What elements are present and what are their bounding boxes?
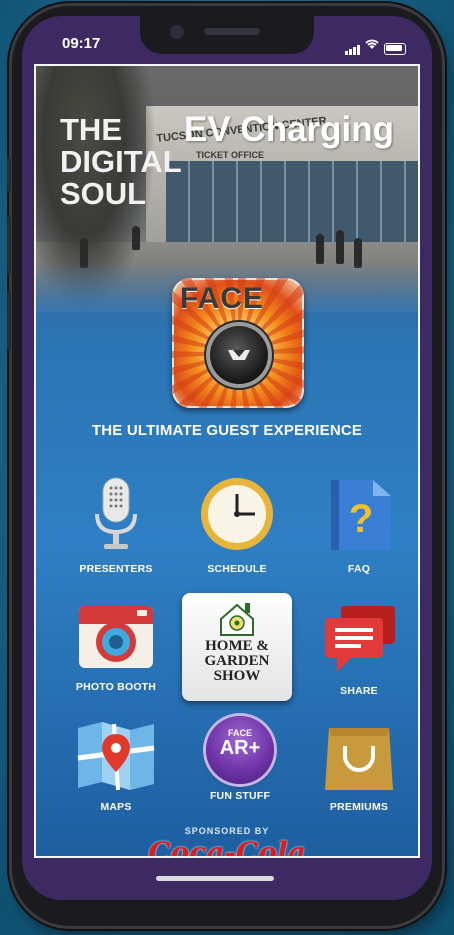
ar-badge-big-text: AR+	[219, 737, 261, 759]
pedestrian	[336, 230, 344, 264]
home-garden-show-card[interactable]: HOME & GARDEN SHOW	[182, 593, 292, 701]
schedule-label: SCHEDULE	[207, 563, 267, 575]
map-pin-icon	[77, 722, 155, 791]
faq-tile[interactable]: ? FAQ	[309, 474, 409, 575]
premiums-label: PREMIUMS	[329, 801, 389, 813]
question-book-icon: ?	[331, 480, 391, 550]
tagline: THE ULTIMATE GUEST EXPERIENCE	[91, 422, 363, 439]
signal-icon	[345, 45, 360, 55]
fun-stuff-tile[interactable]: FUN STUFF	[190, 786, 290, 802]
presenters-label: PRESENTERS	[79, 563, 153, 575]
photo-booth-label: PHOTO BOOTH	[75, 681, 157, 693]
phone-frame: 09:17 TUCSON CONVENTION CENTER TICKET OF…	[7, 6, 442, 926]
pedestrian	[132, 226, 140, 250]
share-tile[interactable]: SHARE	[309, 602, 409, 697]
front-camera	[170, 25, 184, 39]
clock-icon	[201, 478, 273, 550]
maps-label: MAPS	[100, 801, 132, 813]
home-garden-line: GARDEN	[204, 653, 270, 669]
sponsored-by-label: SPONSORED BY	[184, 826, 270, 836]
face-logo-text: FACE	[180, 282, 265, 315]
schedule-tile[interactable]: SCHEDULE	[187, 474, 287, 575]
microphone-icon	[95, 477, 137, 549]
earpiece-speaker	[204, 28, 260, 35]
title-line: THE	[60, 112, 122, 147]
status-icons	[345, 37, 406, 55]
home-garden-line: HOME &	[205, 638, 269, 654]
lens-icon	[210, 326, 268, 384]
svg-text:?: ?	[349, 497, 373, 541]
face-ar-badge[interactable]: FACE AR+	[206, 716, 274, 784]
coca-cola-logo: Coca-Cola	[148, 836, 306, 858]
building-windows	[166, 161, 418, 246]
maps-tile[interactable]: MAPS	[66, 718, 166, 813]
battery-icon	[384, 43, 406, 55]
notch	[140, 16, 314, 54]
building-subsign: TICKET OFFICE	[196, 150, 264, 160]
status-time: 09:17	[62, 35, 101, 52]
share-label: SHARE	[340, 685, 378, 697]
title-line: SOUL	[60, 176, 147, 211]
house-flower-icon	[220, 603, 254, 636]
hero-banner: TUCSON CONVENTION CENTER TICKET OFFICE T…	[36, 66, 418, 312]
face-app-logo[interactable]: FACE	[172, 278, 304, 408]
speech-bubble-icon	[325, 606, 395, 672]
digital-soul-title: THE DIGITAL SOUL	[60, 114, 182, 210]
volume-down-button	[7, 291, 11, 351]
photo-booth-tile[interactable]: PHOTO BOOTH	[66, 602, 166, 693]
faq-label: FAQ	[347, 563, 371, 575]
wifi-icon	[365, 37, 379, 55]
mute-switch	[7, 156, 11, 192]
app-home-screen: TUCSON CONVENTION CENTER TICKET OFFICE T…	[34, 64, 420, 858]
shopping-bag-icon	[325, 728, 393, 790]
ev-charging-title: EV Charging	[184, 110, 395, 149]
presenters-tile[interactable]: PRESENTERS	[66, 474, 166, 575]
phone-screen: 09:17 TUCSON CONVENTION CENTER TICKET OF…	[22, 16, 432, 900]
camera-icon	[79, 606, 153, 668]
volume-up-button	[7, 216, 11, 276]
fun-stuff-label: FUN STUFF	[209, 790, 271, 802]
home-garden-line: SHOW	[213, 668, 261, 684]
pedestrian	[316, 234, 324, 264]
home-indicator[interactable]	[156, 876, 274, 881]
premiums-tile[interactable]: PREMIUMS	[309, 718, 409, 813]
title-line: DIGITAL	[60, 144, 182, 179]
